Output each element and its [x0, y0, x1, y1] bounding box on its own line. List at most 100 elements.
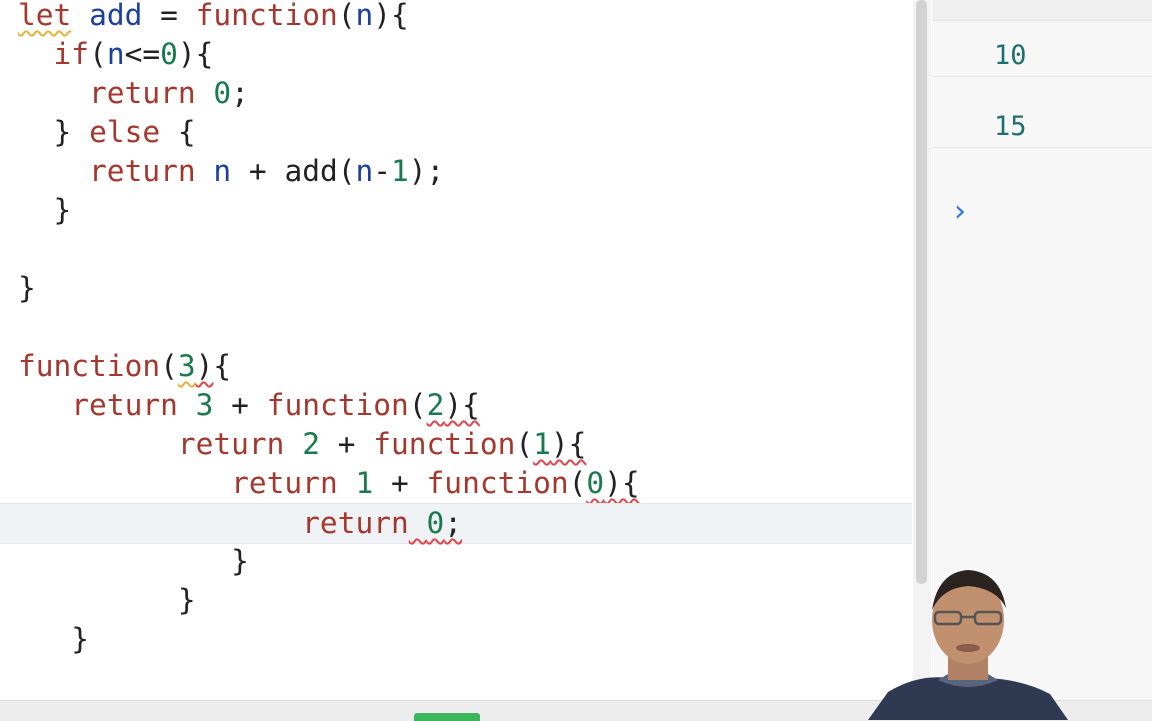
scrollbar-thumb[interactable]: [916, 0, 927, 584]
code-token: return: [71, 388, 178, 422]
code-token: -: [373, 154, 392, 188]
code-line[interactable]: }: [0, 542, 912, 581]
code-line[interactable]: return 0;: [0, 503, 912, 544]
code-token: +: [373, 466, 427, 500]
console-output-value: 15: [994, 111, 1027, 142]
code-token: 1: [391, 154, 409, 188]
code-token: 0: [160, 37, 178, 71]
code-token: <=: [124, 37, 161, 71]
code-token: +: [213, 388, 267, 422]
code-line[interactable]: return 2 + function(1){: [0, 425, 912, 464]
code-line[interactable]: return 3 + function(2){: [0, 386, 912, 425]
code-line[interactable]: }: [0, 581, 912, 620]
code-editor[interactable]: let add = function(n){ if(n<=0){ return …: [0, 0, 912, 700]
code-token: n: [355, 0, 374, 32]
code-line[interactable]: let add = function(n){: [0, 0, 912, 35]
code-token: ){: [177, 37, 214, 71]
code-line[interactable]: return 1 + function(0){: [0, 464, 912, 503]
code-line[interactable]: [0, 230, 912, 269]
code-token: 3: [177, 349, 196, 383]
console-output-row: 15: [932, 107, 1152, 148]
code-token: function: [195, 0, 338, 32]
chevron-right-icon[interactable]: ›: [954, 192, 978, 232]
code-token: (: [160, 349, 178, 383]
code-token: else: [89, 115, 161, 149]
code-token: function: [18, 349, 161, 383]
code-token: ){: [550, 427, 587, 461]
code-token: return: [231, 466, 338, 500]
code-token: =: [142, 0, 196, 32]
console-header: [932, 0, 1152, 21]
code-token: function: [373, 427, 516, 461]
code-token: }: [71, 622, 90, 656]
code-token: (: [568, 466, 587, 500]
code-token: ;: [231, 76, 249, 110]
code-token: }: [53, 115, 72, 149]
code-line[interactable]: }: [0, 269, 912, 308]
code-token: + add(: [231, 154, 356, 188]
code-token: ){: [444, 388, 480, 422]
code-line[interactable]: if(n<=0){: [0, 35, 912, 74]
code-token: n: [106, 37, 125, 71]
code-line[interactable]: [0, 308, 912, 347]
code-token: return: [89, 154, 196, 188]
code-token: 3: [195, 388, 214, 422]
code-token: (: [408, 388, 427, 422]
code-token: ): [195, 349, 214, 383]
code-token: 1: [355, 466, 374, 500]
code-token: 0: [426, 506, 445, 540]
presenter-avatar-icon: [868, 562, 1068, 720]
code-line[interactable]: }: [0, 620, 912, 659]
code-token: let: [18, 0, 72, 32]
code-token: 1: [533, 427, 551, 461]
code-token: (: [337, 0, 356, 32]
code-token: }: [231, 544, 249, 578]
code-line[interactable]: } else {: [0, 113, 912, 152]
code-line[interactable]: return n + add(n-1);: [0, 152, 912, 191]
console-output-value: 10: [994, 40, 1027, 71]
code-token: {: [160, 115, 196, 149]
code-line[interactable]: return 0;: [0, 74, 912, 113]
code-token: function: [266, 388, 409, 422]
code-token: ;: [444, 506, 463, 540]
code-token: n: [213, 154, 232, 188]
code-token: );: [408, 154, 445, 188]
code-line[interactable]: }: [0, 191, 912, 230]
code-token: 2: [426, 388, 445, 422]
code-token: ){: [604, 466, 640, 500]
code-token: return: [302, 506, 409, 540]
code-token: }: [18, 271, 36, 305]
code-token: 0: [586, 466, 605, 500]
code-token: 0: [213, 76, 232, 110]
code-token: return: [89, 76, 196, 110]
code-token: if: [53, 37, 90, 71]
code-token: {: [213, 349, 232, 383]
console-output-row: 10: [932, 36, 1152, 77]
code-token: n: [355, 154, 374, 188]
code-token: }: [177, 583, 196, 617]
code-token: (: [515, 427, 534, 461]
code-token: }: [53, 193, 72, 227]
code-token: add: [89, 0, 143, 32]
code-token: +: [319, 427, 374, 461]
code-line[interactable]: function(3){: [0, 347, 912, 386]
